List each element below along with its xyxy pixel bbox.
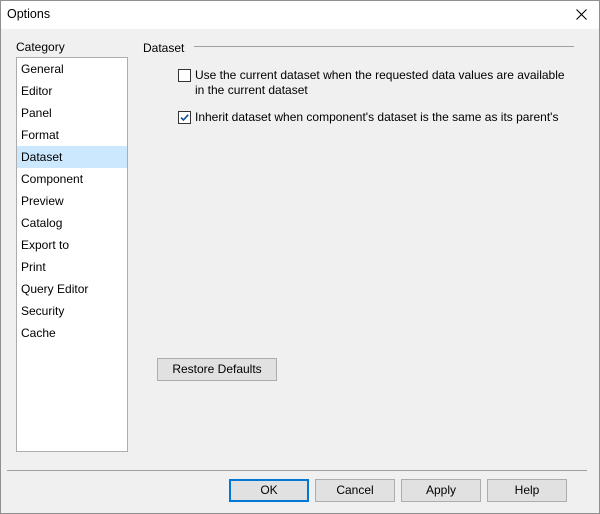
category-item-component[interactable]: Component	[17, 168, 127, 190]
use-current-dataset-checkbox[interactable]	[178, 69, 191, 82]
section-divider	[194, 46, 574, 47]
use-current-dataset-label: Use the current dataset when the request…	[195, 68, 565, 97]
apply-button[interactable]: Apply	[401, 479, 481, 502]
checkmark-icon	[180, 114, 189, 122]
close-icon	[576, 9, 587, 20]
title-bar[interactable]: Options	[1, 1, 599, 29]
ok-button[interactable]: OK	[229, 479, 309, 502]
option-use-current-dataset[interactable]: Use the current dataset when the request…	[178, 68, 578, 98]
category-item-format[interactable]: Format	[17, 124, 127, 146]
section-title: Dataset	[143, 41, 185, 55]
category-item-catalog[interactable]: Catalog	[17, 212, 127, 234]
window-title: Options	[7, 7, 51, 21]
help-button[interactable]: Help	[487, 479, 567, 502]
footer-divider	[7, 470, 587, 471]
category-label: Category	[16, 40, 65, 54]
restore-defaults-button[interactable]: Restore Defaults	[157, 358, 277, 381]
category-item-preview[interactable]: Preview	[17, 190, 127, 212]
category-item-export-to[interactable]: Export to	[17, 234, 127, 256]
option-inherit-dataset[interactable]: Inherit dataset when component's dataset…	[178, 110, 578, 126]
category-item-panel[interactable]: Panel	[17, 102, 127, 124]
category-item-cache[interactable]: Cache	[17, 322, 127, 344]
category-item-editor[interactable]: Editor	[17, 80, 127, 102]
category-list[interactable]: General Editor Panel Format Dataset Comp…	[16, 57, 128, 452]
cancel-button[interactable]: Cancel	[315, 479, 395, 502]
options-dialog: Options Category General Editor Panel Fo…	[0, 0, 600, 514]
inherit-dataset-label: Inherit dataset when component's dataset…	[195, 110, 559, 124]
inherit-dataset-checkbox[interactable]	[178, 111, 191, 124]
close-button[interactable]	[565, 1, 599, 29]
category-item-print[interactable]: Print	[17, 256, 127, 278]
category-item-dataset[interactable]: Dataset	[17, 146, 127, 168]
category-item-security[interactable]: Security	[17, 300, 127, 322]
category-item-query-editor[interactable]: Query Editor	[17, 278, 127, 300]
category-item-general[interactable]: General	[17, 58, 127, 80]
